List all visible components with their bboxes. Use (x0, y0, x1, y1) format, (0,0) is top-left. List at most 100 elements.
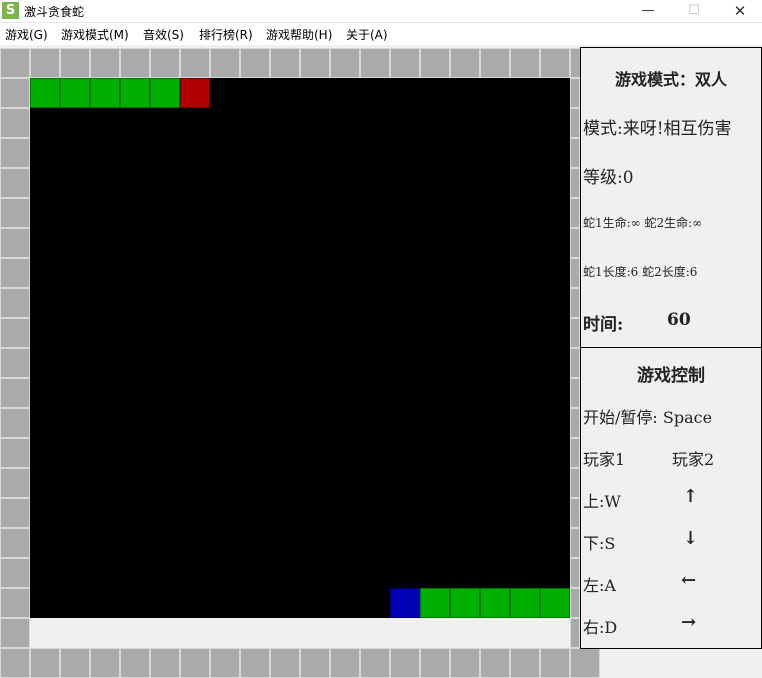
app-icon: S (2, 2, 19, 19)
wall-tile (210, 48, 240, 78)
wall-tile (30, 648, 60, 678)
wall-tile (150, 48, 180, 78)
wall-tile (570, 468, 580, 498)
wall-tile (570, 168, 580, 198)
minimize-button[interactable]: — (625, 0, 671, 22)
wall-tile (0, 108, 30, 138)
wall-tile (90, 648, 120, 678)
mode-label: 模式:来呀!相互伤害 (583, 119, 732, 139)
wall-tile (540, 648, 570, 678)
wall-tile (240, 48, 270, 78)
lives-label: 蛇1生命:∞ 蛇2生命:∞ (583, 216, 703, 230)
game-board[interactable] (0, 47, 600, 678)
length-label: 蛇1长度:6 蛇2长度:6 (583, 265, 698, 279)
wall-tile (0, 438, 30, 468)
wall-tile (390, 648, 420, 678)
wall-tile (540, 48, 570, 78)
snake1-body-segment (120, 78, 150, 108)
wall-tile (270, 48, 300, 78)
snake1-body-segment (150, 78, 180, 108)
wall-tile (510, 648, 540, 678)
left-arrow-icon: ← (681, 570, 697, 591)
wall-tile (570, 528, 580, 558)
wall-tile (570, 78, 580, 108)
menu-bar: 游戏(G) 游戏模式(M) 音效(S) 排行榜(R) 游戏帮助(H) 关于(A) (0, 23, 762, 45)
wall-tile (570, 318, 580, 348)
wall-tile (570, 408, 580, 438)
info-panel: 游戏模式：双人 模式:来呀!相互伤害 等级:0 蛇1生命:∞ 蛇2生命:∞ 蛇1… (580, 47, 762, 348)
menu-game[interactable]: 游戏(G) (5, 26, 48, 43)
wall-tile (30, 48, 60, 78)
snake1-body-segment (60, 78, 90, 108)
wall-tile (240, 648, 270, 678)
wall-tile (0, 408, 30, 438)
wall-tile (360, 48, 390, 78)
close-button[interactable]: ✕ (717, 0, 762, 22)
wall-tile (0, 78, 30, 108)
wall-tile (180, 48, 210, 78)
wall-tile (210, 648, 240, 678)
wall-tile (300, 48, 330, 78)
player1-down-key: 下:S (583, 534, 616, 553)
snake1-head (180, 78, 210, 108)
wall-tile (570, 618, 580, 648)
wall-tile (570, 438, 580, 468)
wall-tile (330, 48, 360, 78)
wall-tile (0, 618, 30, 648)
wall-tile (0, 498, 30, 528)
wall-tile (0, 348, 30, 378)
wall-tile (0, 258, 30, 288)
maximize-button[interactable]: ☐ (671, 0, 717, 22)
wall-tile (330, 648, 360, 678)
wall-tile (570, 498, 580, 528)
menu-leaderboard[interactable]: 排行榜(R) (199, 26, 253, 43)
player1-up-key: 上:W (583, 492, 621, 511)
snake2-body-segment (480, 588, 510, 618)
wall-tile (0, 288, 30, 318)
control-panel: 游戏控制 开始/暂停: Space 玩家1 玩家2 上:W ↑ 下:S ↓ 左:… (580, 347, 762, 649)
menu-game-mode[interactable]: 游戏模式(M) (61, 26, 129, 43)
right-arrow-icon: → (681, 612, 697, 633)
wall-tile (300, 648, 330, 678)
menu-help[interactable]: 游戏帮助(H) (266, 26, 332, 43)
snake1-body-segment (90, 78, 120, 108)
wall-tile (570, 558, 580, 588)
title-bar: S 激斗贪食蛇 — ☐ ✕ (0, 0, 762, 23)
wall-tile (570, 378, 580, 408)
wall-tile (420, 648, 450, 678)
wall-tile (0, 528, 30, 558)
wall-tile (420, 48, 450, 78)
wall-tile (570, 258, 580, 288)
wall-tile (450, 648, 480, 678)
wall-tile (570, 138, 580, 168)
start-pause-key: 开始/暂停: Space (583, 408, 713, 427)
window-title: 激斗贪食蛇 (24, 5, 85, 19)
wall-tile (0, 198, 30, 228)
wall-tile (480, 48, 510, 78)
menu-sound[interactable]: 音效(S) (143, 26, 184, 43)
snake2-body-segment (420, 588, 450, 618)
snake2-body-segment (540, 588, 570, 618)
player1-left-key: 左:A (583, 576, 616, 595)
wall-tile (150, 648, 180, 678)
wall-tile (0, 648, 30, 678)
control-title: 游戏控制 (637, 366, 705, 386)
wall-tile (120, 48, 150, 78)
level-label: 等级:0 (583, 168, 634, 188)
menu-about[interactable]: 关于(A) (346, 26, 388, 43)
wall-tile (570, 648, 600, 678)
wall-tile (0, 228, 30, 258)
snake2-head (390, 588, 420, 618)
up-arrow-icon: ↑ (683, 486, 699, 507)
wall-tile (390, 48, 420, 78)
player1-right-key: 右:D (583, 618, 618, 637)
down-arrow-icon: ↓ (683, 528, 699, 549)
wall-tile (0, 588, 30, 618)
wall-tile (0, 318, 30, 348)
wall-tile (0, 168, 30, 198)
player1-label: 玩家1 (583, 450, 626, 469)
snake1-body-segment (30, 78, 60, 108)
wall-tile (0, 468, 30, 498)
wall-tile (270, 648, 300, 678)
wall-tile (570, 228, 580, 258)
